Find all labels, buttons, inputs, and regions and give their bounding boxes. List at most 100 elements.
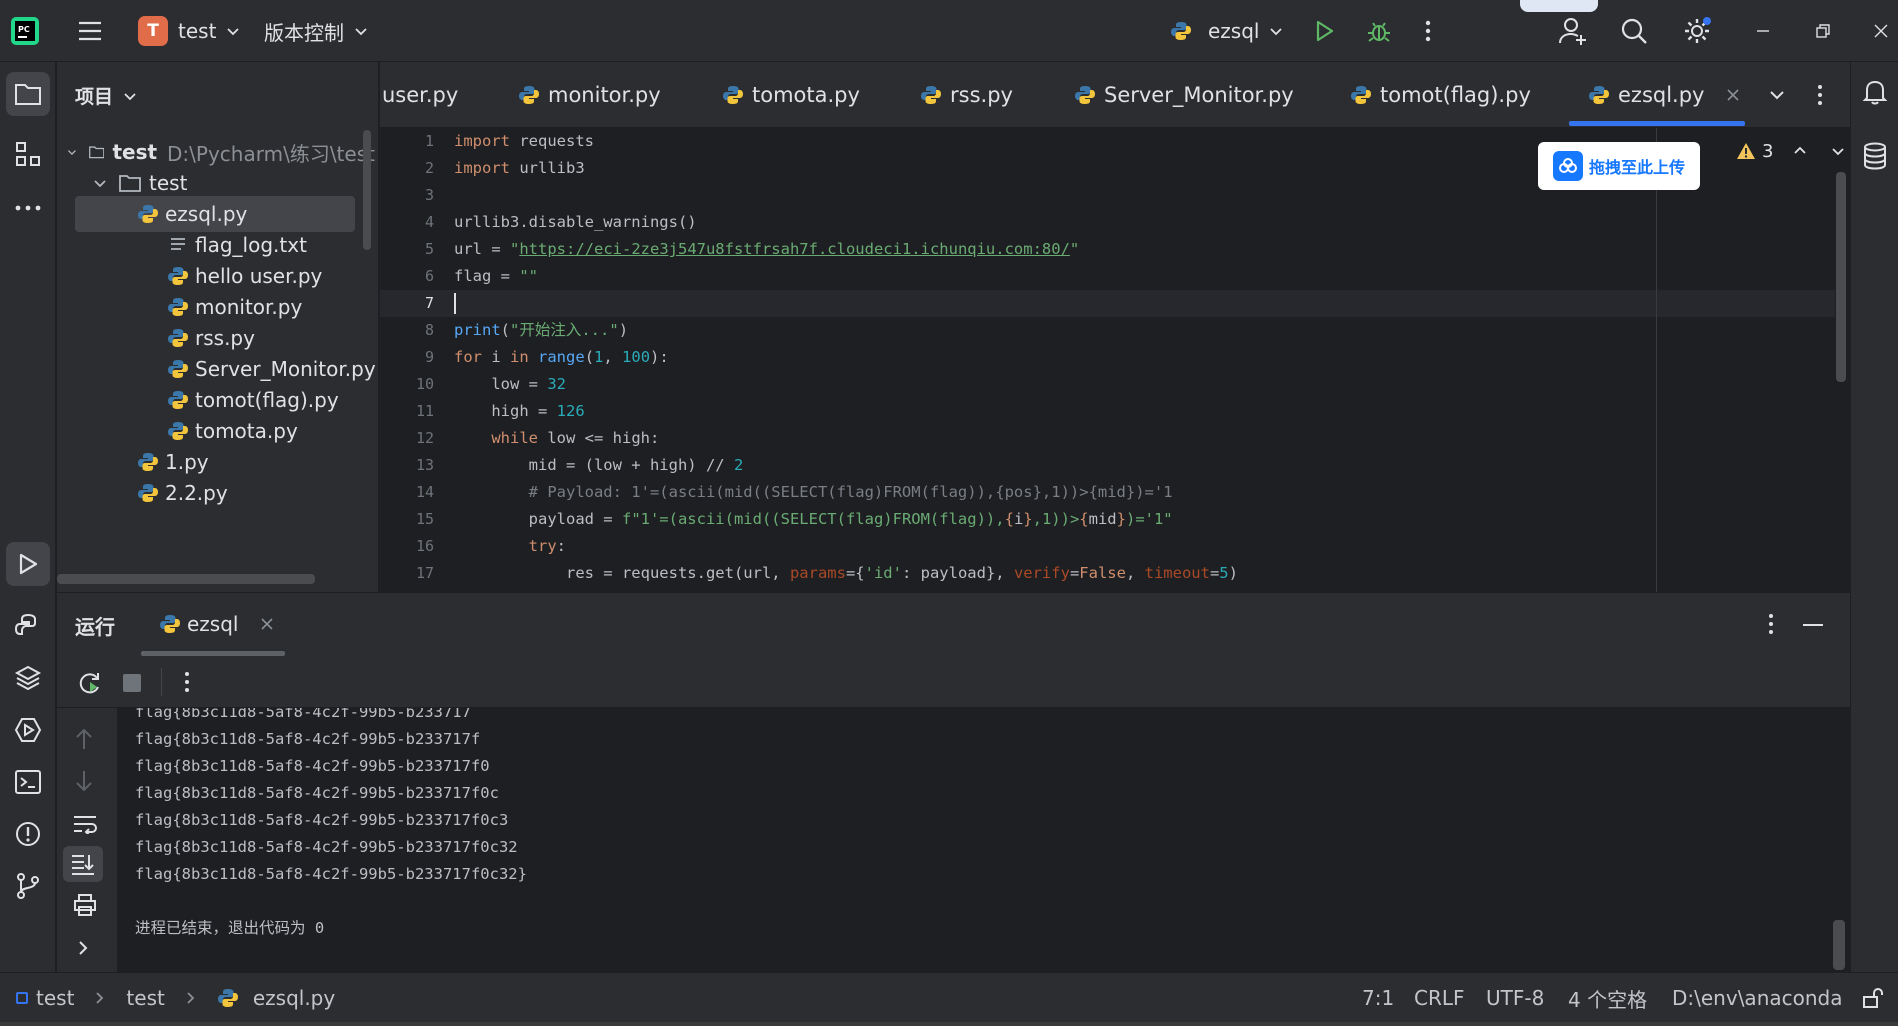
caret-position[interactable]: 7:1 [1362, 973, 1394, 1023]
close-tab-icon[interactable] [1726, 88, 1740, 102]
tab-user-py[interactable]: user.py [382, 62, 458, 128]
scroll-to-end-button[interactable] [63, 846, 103, 882]
run-toolbar-more-icon[interactable] [183, 671, 191, 693]
scroll-up-icon[interactable] [75, 728, 93, 750]
right-tool-strip [1850, 62, 1898, 972]
main-menu-icon[interactable] [76, 0, 104, 62]
python-file-icon [217, 989, 238, 1007]
python-file-icon [168, 298, 188, 316]
close-window-icon[interactable] [1874, 0, 1888, 62]
terminal-icon[interactable] [6, 760, 50, 804]
rerun-icon[interactable] [77, 670, 103, 696]
more-actions-icon[interactable] [1424, 0, 1432, 62]
next-highlight-icon[interactable] [1831, 144, 1845, 158]
project-switcher[interactable]: T test [138, 0, 240, 62]
run-panel-title: 运行 [75, 615, 115, 639]
code-line: url = "https://eci-2ze3j547u8fstfrsah7f.… [454, 240, 1080, 258]
expand-chevron-icon[interactable] [77, 940, 89, 956]
tab-server-monitor-py[interactable]: Server_Monitor.py [1074, 62, 1294, 128]
print-icon[interactable] [73, 894, 97, 916]
code-line: while low <= high: [491, 429, 660, 447]
tab-monitor-py[interactable]: monitor.py [518, 62, 661, 128]
run-console-output[interactable]: flag{8b3c11d8-5af8-4c2f-99b5-b233717 fla… [117, 708, 1850, 972]
tab-label: user.py [382, 83, 459, 107]
line-ending[interactable]: CRLF [1414, 973, 1465, 1023]
run-tab-label: ezsql [187, 612, 239, 636]
python-file-icon [160, 615, 180, 633]
toolbar-divider [161, 668, 162, 696]
chevron-down-icon [67, 150, 76, 156]
tab-tomot-flag-py[interactable]: tomot(flag).py [1350, 62, 1531, 128]
active-tab-indicator [1569, 121, 1745, 126]
project-vertical-scrollbar[interactable] [363, 130, 371, 250]
hide-panel-icon[interactable] [1803, 623, 1823, 627]
run-tab-ezsql[interactable]: ezsql [159, 607, 274, 641]
file-encoding[interactable]: UTF-8 [1486, 973, 1544, 1023]
close-run-tab-icon[interactable] [260, 617, 274, 631]
python-icon [1171, 22, 1191, 40]
python-console-icon[interactable] [6, 604, 50, 648]
services-icon[interactable] [6, 708, 50, 752]
debug-icon[interactable] [1366, 0, 1392, 62]
vcs-menu[interactable]: 版本控制 [264, 0, 368, 62]
console-scrollbar[interactable] [1833, 920, 1845, 970]
stop-icon[interactable] [123, 674, 141, 692]
structure-tool-icon[interactable] [6, 132, 50, 176]
line-number: 9 [424, 348, 434, 366]
right-margin-guide [1656, 128, 1657, 592]
console-line: flag{8b3c11d8-5af8-4c2f-99b5-b233717f0c3 [135, 811, 509, 829]
tab-ezsql-py[interactable]: ezsql.py [1588, 62, 1740, 128]
code-line: import urllib3 [454, 159, 585, 177]
restore-window-icon[interactable] [1816, 0, 1830, 62]
python-packages-icon[interactable] [6, 656, 50, 700]
inspection-widget[interactable]: 3 [1736, 138, 1845, 164]
notifications-bell-icon[interactable] [1853, 70, 1897, 114]
file-name: monitor.py [195, 295, 303, 319]
breadcrumb-item[interactable]: test [36, 986, 74, 1010]
code-line: low = 32 [454, 375, 566, 393]
previous-highlight-icon[interactable] [1793, 144, 1807, 158]
text-caret [454, 293, 456, 314]
breadcrumb-item[interactable]: ezsql.py [253, 986, 335, 1010]
scroll-down-icon[interactable] [75, 770, 93, 792]
pycharm-logo-icon[interactable]: PC [10, 0, 40, 62]
project-panel-header[interactable]: 项目 [75, 82, 137, 109]
minimize-window-icon[interactable] [1756, 0, 1770, 62]
add-user-icon[interactable] [1558, 0, 1588, 62]
folder-icon [88, 146, 105, 159]
soft-wrap-icon[interactable] [73, 814, 97, 834]
database-icon[interactable] [1853, 134, 1897, 178]
run-tool-icon[interactable] [6, 542, 50, 586]
indent-setting[interactable]: 4 个空格 [1568, 973, 1647, 1023]
run-panel-more-icon[interactable] [1767, 613, 1775, 635]
code-editor[interactable]: 1 2 3 4 5 6 7 8 9 10 11 12 13 14 15 16 1… [380, 128, 1850, 592]
python-file-icon [519, 86, 539, 104]
run-config-selector[interactable]: ezsql [1170, 0, 1283, 62]
cloud-upload-icon [1552, 151, 1583, 181]
breadcrumb-item[interactable]: test [126, 986, 164, 1010]
project-horizontal-scrollbar[interactable] [57, 574, 315, 584]
python-interpreter[interactable]: D:\env\anaconda [1672, 973, 1842, 1023]
project-tool-icon[interactable] [6, 72, 50, 116]
problems-icon[interactable] [6, 812, 50, 856]
file-name: ezsql.py [165, 202, 248, 226]
tab-rss-py[interactable]: rss.py [920, 62, 1013, 128]
editor-scrollbar[interactable] [1836, 172, 1846, 382]
process-exit-message: 进程已结束，退出代码为 0 [135, 919, 325, 937]
code-line: import requests [454, 132, 594, 150]
tab-tomota-py[interactable]: tomota.py [722, 62, 860, 128]
file-name: hello user.py [195, 264, 323, 288]
git-icon[interactable] [6, 864, 50, 908]
line-number: 5 [424, 240, 434, 258]
tree-file[interactable]: 2.2.py [57, 475, 375, 511]
run-icon[interactable] [1312, 0, 1336, 62]
settings-gear-icon[interactable] [1682, 0, 1712, 62]
tab-list-chevron-icon[interactable] [1768, 62, 1786, 128]
lock-icon[interactable] [1862, 973, 1884, 1023]
upload-drop-button[interactable]: 拖拽至此上传 [1538, 142, 1700, 190]
search-icon[interactable] [1620, 0, 1648, 62]
code-line: # Payload: 1'=(ascii(mid((SELECT(flag)FR… [528, 483, 1173, 501]
status-bar: test test ezsql.py 7:1 CRLF UTF-8 4 个空格 … [0, 972, 1898, 1022]
tab-more-icon[interactable] [1816, 62, 1824, 128]
more-tools-icon[interactable] [6, 186, 50, 230]
